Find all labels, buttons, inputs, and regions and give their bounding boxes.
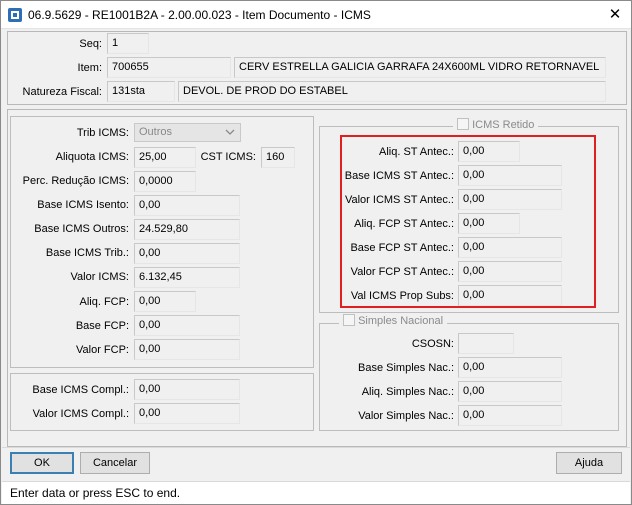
cst-icms-field[interactable]: 160 [261, 147, 295, 168]
base-icms-compl-label: Base ICMS Compl.: [32, 384, 129, 396]
base-fcp-label: Base FCP: [75, 320, 129, 332]
base-icms-st-antec-field[interactable]: 0,00 [458, 165, 562, 186]
valor-fcp-st-antec-field[interactable]: 0,00 [458, 261, 562, 282]
button-bar: OK Cancelar Ajuda [2, 447, 630, 479]
base-fcp-st-antec-label: Base FCP ST Antec.: [350, 242, 454, 254]
base-outros-field[interactable]: 24.529,80 [134, 219, 240, 240]
base-outros-label: Base ICMS Outros: [34, 223, 129, 235]
title-bar: 06.9.5629 - RE1001B2A - 2.00.00.023 - It… [1, 1, 631, 29]
app-icon [7, 7, 23, 23]
val-icms-prop-subs-field[interactable]: 0,00 [458, 285, 562, 306]
cancel-button[interactable]: Cancelar [80, 452, 150, 474]
perc-reducao-label: Perc. Redução ICMS: [22, 175, 129, 187]
valor-icms-label: Valor ICMS: [70, 271, 129, 283]
ok-button[interactable]: OK [10, 452, 74, 474]
aliq-simples-nac-label: Aliq. Simples Nac.: [361, 386, 454, 398]
aliq-st-antec-label: Aliq. ST Antec.: [378, 146, 454, 158]
valor-icms-st-antec-label: Valor ICMS ST Antec.: [344, 194, 454, 206]
aliquota-icms-label: Aliquota ICMS: [55, 151, 129, 163]
item-description-field: CERV ESTRELLA GALICIA GARRAFA 24X600ML V… [234, 57, 606, 78]
simples-nacional-title: Simples Nacional [358, 315, 444, 327]
valor-icms-compl-label: Valor ICMS Compl.: [32, 408, 129, 420]
cst-icms-label: CST ICMS: [200, 151, 256, 163]
base-simples-nac-field[interactable]: 0,00 [458, 357, 562, 378]
aliq-st-antec-field[interactable]: 0,00 [458, 141, 520, 162]
icms-retido-checkbox[interactable] [457, 118, 469, 131]
valor-icms-st-antec-field[interactable]: 0,00 [458, 189, 562, 210]
trib-icms-select[interactable]: Outros [134, 123, 241, 142]
simples-nacional-legend: Simples Nacional [339, 314, 448, 331]
valor-fcp-field[interactable]: 0,00 [134, 339, 240, 360]
chevron-down-icon [225, 127, 235, 137]
valor-fcp-st-antec-label: Valor FCP ST Antec.: [350, 266, 454, 278]
valor-simples-nac-field[interactable]: 0,00 [458, 405, 562, 426]
natureza-description-field: DEVOL. DE PROD DO ESTABEL [178, 81, 606, 102]
item-label: Item: [77, 62, 102, 74]
valor-simples-nac-label: Valor Simples Nac.: [358, 410, 454, 422]
simples-nacional-checkbox[interactable] [343, 314, 355, 327]
base-fcp-field[interactable]: 0,00 [134, 315, 240, 336]
base-fcp-st-antec-field[interactable]: 0,00 [458, 237, 562, 258]
base-simples-nac-label: Base Simples Nac.: [358, 362, 454, 374]
valor-fcp-label: Valor FCP: [76, 344, 129, 356]
valor-icms-compl-field[interactable]: 0,00 [134, 403, 240, 424]
trib-icms-value: Outros [139, 126, 173, 138]
icms-retido-legend: ICMS Retido [453, 118, 539, 135]
base-isento-label: Base ICMS Isento: [37, 199, 129, 211]
csosn-field[interactable] [458, 333, 514, 354]
item-code-field[interactable]: 700655 [107, 57, 231, 78]
seq-field[interactable]: 1 [107, 33, 149, 54]
aliq-fcp-st-antec-field[interactable]: 0,00 [458, 213, 520, 234]
status-bar: Enter data or press ESC to end. [2, 481, 630, 504]
icms-retido-title: ICMS Retido [472, 119, 535, 131]
base-trib-field[interactable]: 0,00 [134, 243, 240, 264]
base-icms-st-antec-label: Base ICMS ST Antec.: [344, 170, 454, 182]
csosn-label: CSOSN: [411, 338, 454, 350]
valor-icms-field[interactable]: 6.132,45 [134, 267, 240, 288]
perc-reducao-field[interactable]: 0,0000 [134, 171, 196, 192]
dialog-window: 06.9.5629 - RE1001B2A - 2.00.00.023 - It… [0, 0, 632, 505]
aliq-simples-nac-field[interactable]: 0,00 [458, 381, 562, 402]
base-icms-compl-field[interactable]: 0,00 [134, 379, 240, 400]
seq-label: Seq: [79, 38, 102, 50]
base-isento-field[interactable]: 0,00 [134, 195, 240, 216]
aliquota-icms-field[interactable]: 25,00 [134, 147, 196, 168]
trib-icms-label: Trib ICMS: [76, 127, 129, 139]
natureza-fiscal-label: Natureza Fiscal: [22, 86, 102, 98]
aliq-fcp-field[interactable]: 0,00 [134, 291, 196, 312]
base-trib-label: Base ICMS Trib.: [45, 247, 129, 259]
natureza-code-field[interactable]: 131sta [107, 81, 175, 102]
window-title: 06.9.5629 - RE1001B2A - 2.00.00.023 - It… [28, 8, 371, 22]
help-button[interactable]: Ajuda [556, 452, 622, 474]
aliq-fcp-st-antec-label: Aliq. FCP ST Antec.: [354, 218, 454, 230]
aliq-fcp-label: Aliq. FCP: [79, 296, 129, 308]
val-icms-prop-subs-label: Val ICMS Prop Subs: [350, 290, 454, 302]
close-icon[interactable]: ✕ [605, 5, 625, 25]
